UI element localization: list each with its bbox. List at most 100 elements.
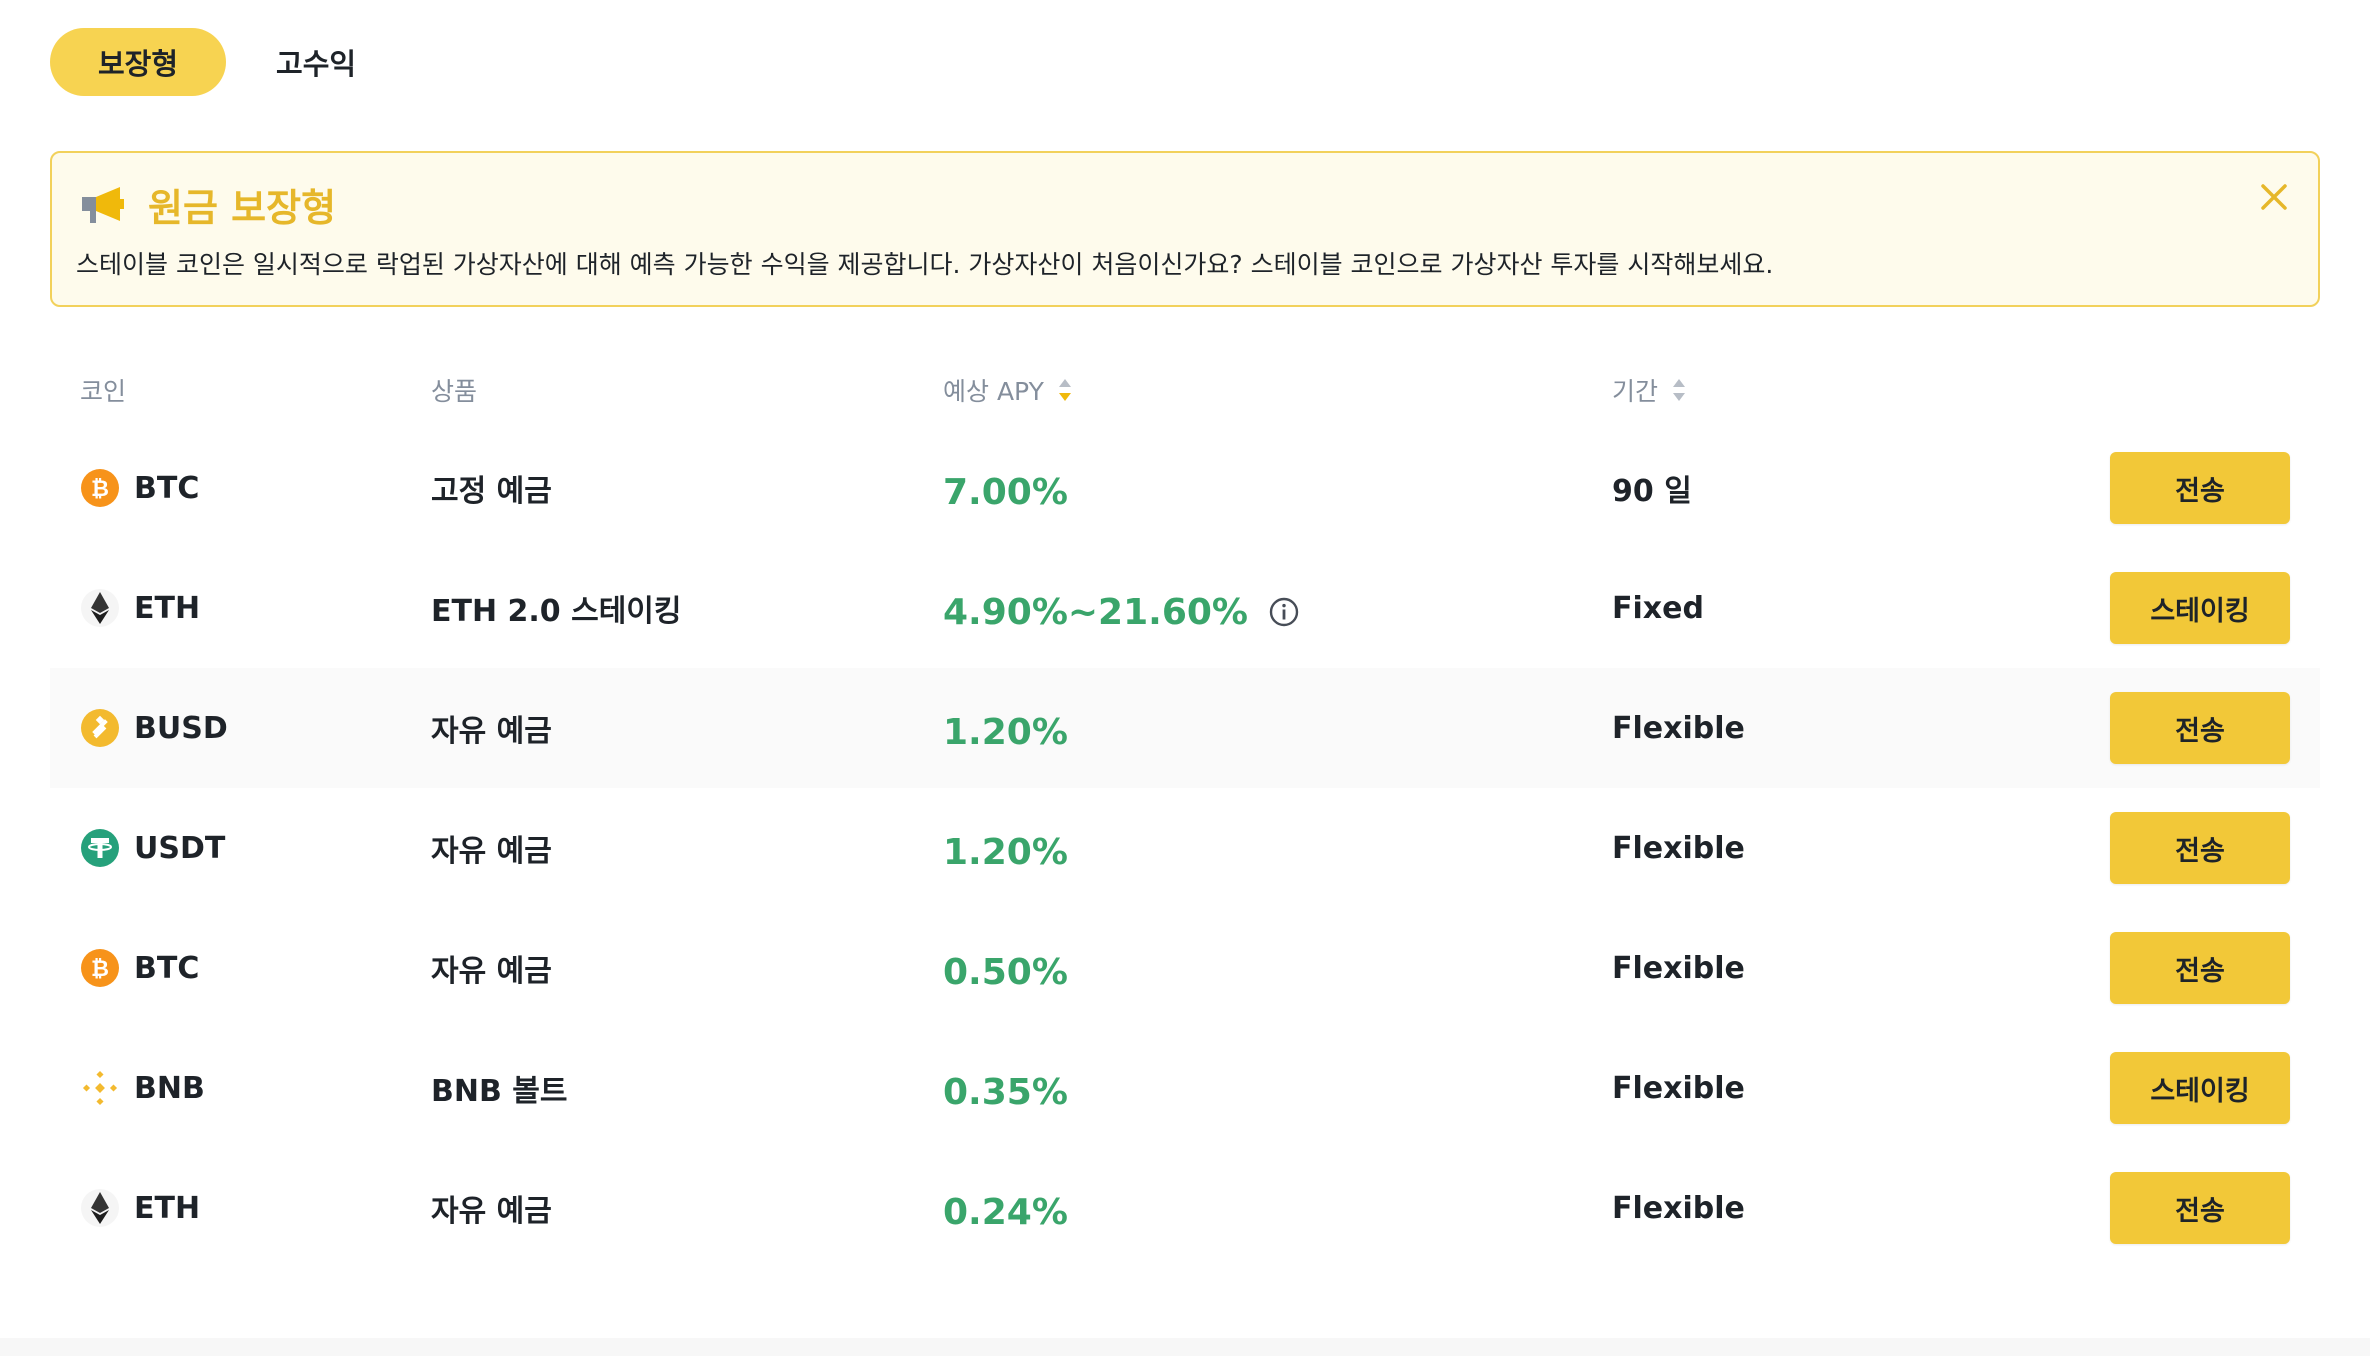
apy-cell: 1.20% (943, 788, 1068, 908)
coin-cell: BUSD (80, 668, 228, 788)
product-name: ETH 2.0 스테이킹 (431, 594, 682, 629)
column-header-term[interactable]: 기간 (1612, 372, 1686, 408)
action-cell: 전송 (2110, 908, 2290, 1028)
busd-icon (81, 709, 119, 747)
apy-value: 0.35% (943, 1071, 1068, 1113)
eth-icon (81, 1189, 119, 1227)
apy-value: 4.90%~21.60% (943, 591, 1248, 633)
product-cell: 자유 예금 (431, 1148, 552, 1268)
product-name: 자유 예금 (431, 834, 552, 869)
footer-divider (0, 1338, 2370, 1356)
term-cell: 90 일 (1612, 428, 1692, 548)
apy-cell: 1.20% (943, 668, 1068, 788)
svg-text:₿: ₿ (91, 477, 109, 502)
action-cell: 스테이킹 (2110, 548, 2290, 668)
tab-high-yield[interactable]: 고수익 (252, 28, 380, 96)
coin-symbol: BTC (134, 950, 200, 986)
coin-cell: ₿ BTC (80, 908, 199, 1028)
transfer-button[interactable]: 전송 (2110, 1172, 2290, 1244)
transfer-button[interactable]: 전송 (2110, 932, 2290, 1004)
tab-guaranteed[interactable]: 보장형 (50, 28, 227, 96)
term-value: Flexible (1612, 830, 1745, 866)
action-cell: 전송 (2110, 788, 2290, 908)
apy-value: 1.20% (943, 831, 1068, 873)
apy-cell: 7.00% (943, 428, 1068, 548)
term-value: Flexible (1612, 710, 1745, 746)
usdt-icon (81, 829, 119, 867)
table-row: ETH 자유 예금 0.24% Flexible 전송 (50, 1148, 2320, 1268)
apy-cell: 0.50% (943, 908, 1068, 1028)
column-header-coin: 코인 (80, 377, 127, 406)
stake-button[interactable]: 스테이킹 (2110, 572, 2290, 644)
term-cell: Fixed (1612, 548, 1704, 668)
table-row: ₿ BTC 자유 예금 0.50% Flexible 전송 (50, 908, 2320, 1028)
sort-icon[interactable] (1058, 377, 1072, 403)
column-header-apy[interactable]: 예상 APY (943, 372, 1072, 408)
stake-button[interactable]: 스테이킹 (2110, 1052, 2290, 1124)
action-cell: 스테이킹 (2110, 1028, 2290, 1148)
transfer-button[interactable]: 전송 (2110, 692, 2290, 764)
action-cell: 전송 (2110, 668, 2290, 788)
apy-cell: 0.35% (943, 1028, 1068, 1148)
product-name: 자유 예금 (431, 954, 552, 989)
svg-text:₿: ₿ (91, 957, 109, 982)
product-cell: 자유 예금 (431, 788, 552, 908)
product-cell: 고정 예금 (431, 428, 552, 548)
product-name: 자유 예금 (431, 1194, 552, 1229)
coin-symbol: BTC (134, 470, 200, 506)
term-cell: Flexible (1612, 668, 1745, 788)
product-name: BNB 볼트 (431, 1074, 568, 1109)
btc-icon: ₿ (81, 949, 119, 987)
table-row: ₿ BTC 고정 예금 7.00% 90 일 전송 (50, 428, 2320, 548)
transfer-button[interactable]: 전송 (2110, 452, 2290, 524)
term-cell: Flexible (1612, 1148, 1745, 1268)
eth-icon (81, 589, 119, 627)
table-row: BUSD 자유 예금 1.20% Flexible 전송 (50, 668, 2320, 788)
term-value: 90 일 (1612, 474, 1692, 509)
apy-value: 0.24% (943, 1191, 1068, 1233)
bnb-icon (81, 1069, 119, 1107)
apy-value: 7.00% (943, 471, 1068, 513)
coin-cell: USDT (80, 788, 225, 908)
info-icon[interactable] (1268, 596, 1300, 628)
coin-symbol: USDT (134, 830, 226, 866)
coin-cell: ETH (80, 1148, 200, 1268)
coin-cell: ETH (80, 548, 200, 668)
coin-symbol: BUSD (134, 710, 228, 746)
coin-cell: BNB (80, 1028, 205, 1148)
close-icon[interactable] (2256, 179, 2292, 215)
product-cell: ETH 2.0 스테이킹 (431, 548, 682, 668)
product-table: ₿ BTC 고정 예금 7.00% 90 일 전송 ETH ETH 2.0 스테이킹 4.90%… (50, 428, 2320, 1268)
coin-symbol: ETH (134, 1190, 201, 1226)
apy-value: 0.50% (943, 951, 1068, 993)
coin-symbol: ETH (134, 590, 201, 626)
table-row: USDT 자유 예금 1.20% Flexible 전송 (50, 788, 2320, 908)
btc-icon: ₿ (81, 469, 119, 507)
term-value: Flexible (1612, 950, 1745, 986)
sort-icon[interactable] (1672, 377, 1686, 403)
column-header-product: 상품 (431, 377, 478, 406)
term-value: Flexible (1612, 1070, 1745, 1106)
table-header: 코인 상품 예상 APY 기간 (50, 362, 2320, 412)
table-row: ETH ETH 2.0 스테이킹 4.90%~21.60% Fixed 스테이킹 (50, 548, 2320, 668)
term-value: Flexible (1612, 1190, 1745, 1226)
table-row: BNB BNB 볼트 0.35% Flexible 스테이킹 (50, 1028, 2320, 1148)
coin-cell: ₿ BTC (80, 428, 199, 548)
banner-title: 원금 보장형 (148, 186, 337, 230)
megaphone-icon (82, 187, 124, 223)
coin-symbol: BNB (134, 1070, 205, 1106)
apy-cell: 4.90%~21.60% (943, 548, 1300, 668)
term-cell: Flexible (1612, 788, 1745, 908)
transfer-button[interactable]: 전송 (2110, 812, 2290, 884)
product-type-tabs: 보장형 고수익 (50, 28, 380, 96)
term-value: Fixed (1612, 590, 1704, 626)
product-cell: 자유 예금 (431, 668, 552, 788)
term-cell: Flexible (1612, 1028, 1745, 1148)
banner-description: 스테이블 코인은 일시적으로 락업된 가상자산에 대해 예측 가능한 수익을 제… (76, 250, 1774, 279)
info-banner: 원금 보장형 스테이블 코인은 일시적으로 락업된 가상자산에 대해 예측 가능… (50, 151, 2320, 307)
apy-value: 1.20% (943, 711, 1068, 753)
product-name: 고정 예금 (431, 474, 552, 509)
product-cell: 자유 예금 (431, 908, 552, 1028)
product-cell: BNB 볼트 (431, 1028, 567, 1148)
apy-cell: 0.24% (943, 1148, 1068, 1268)
